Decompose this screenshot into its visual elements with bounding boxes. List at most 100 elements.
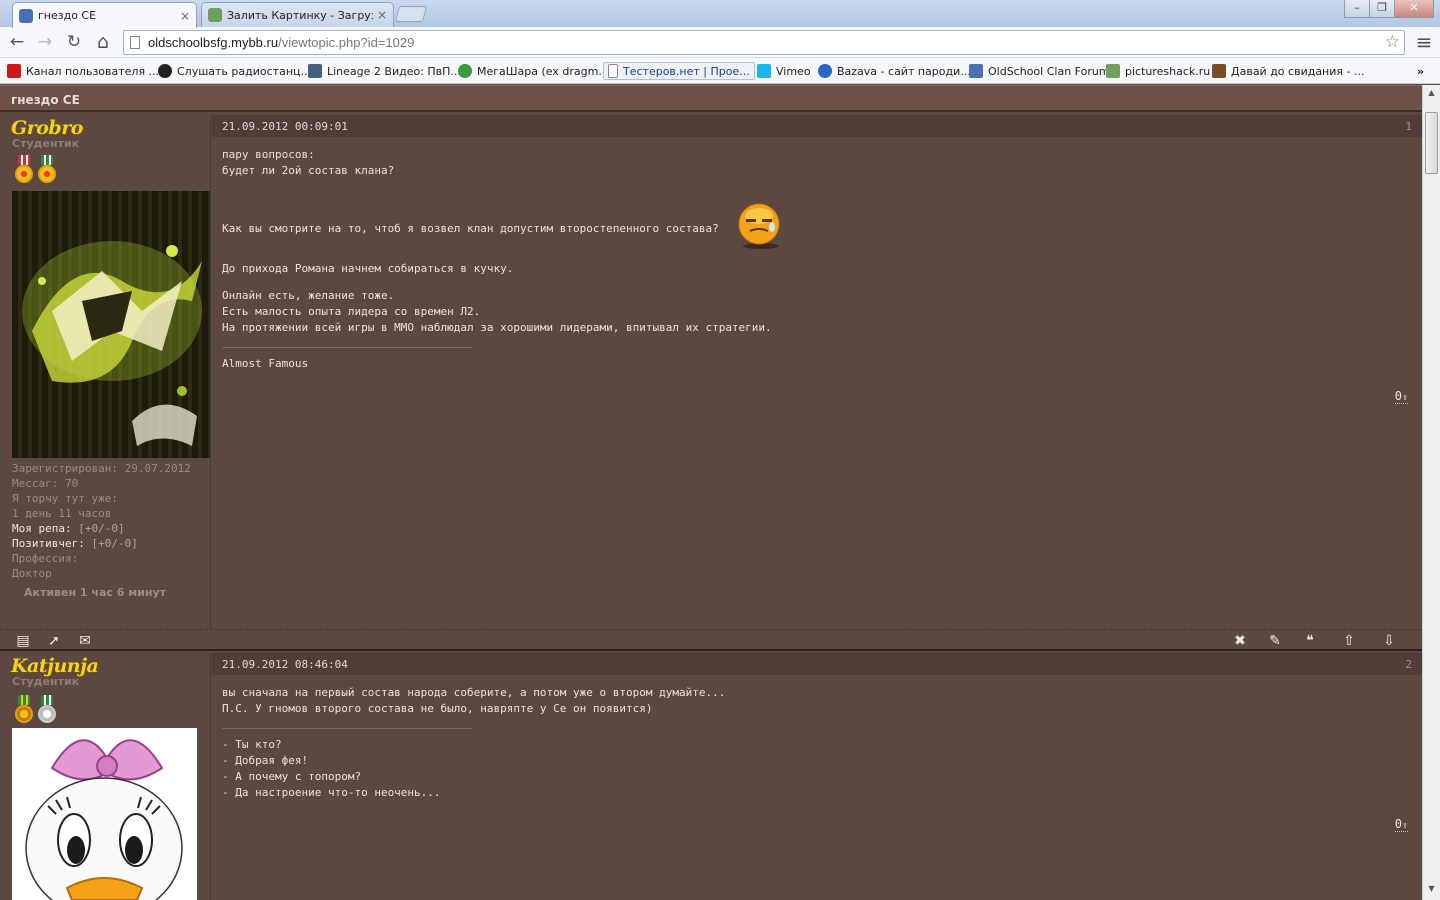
user-rank: Студентик: [12, 137, 80, 150]
pictureshack-icon: [1106, 64, 1120, 78]
bookmark-label: pictureshack.ru: [1125, 64, 1211, 78]
post-number[interactable]: 2: [1405, 658, 1412, 671]
post-paragraph: вы сначала на первый состав народа собер…: [222, 685, 1402, 717]
username[interactable]: Grobro: [11, 117, 83, 139]
profession-value: Доктор: [12, 567, 52, 580]
scroll-thumb[interactable]: [1425, 112, 1438, 174]
forum-icon: [969, 64, 983, 78]
up-icon[interactable]: ⇧: [1340, 633, 1358, 649]
post-rating[interactable]: 0⇪: [1394, 389, 1408, 404]
scroll-down-icon[interactable]: ▼: [1423, 881, 1440, 897]
post-paragraph: Онлайн есть, желание тоже. Есть малость …: [222, 288, 1402, 336]
tab-upload[interactable]: Залить Картинку - Загрузить ×: [201, 2, 394, 27]
address-bar[interactable]: oldschoolbsfg.mybb.ru/viewtopic.php?id=1…: [123, 30, 1405, 55]
down-icon[interactable]: ⇩: [1380, 633, 1398, 649]
graffiti-avatar-image: [22, 241, 202, 446]
forward-button[interactable]: →: [33, 30, 57, 54]
user-avatar[interactable]: [12, 728, 197, 900]
profile-icon[interactable]: ▤: [14, 633, 32, 649]
rating-value: 0: [1394, 389, 1402, 403]
url-text: oldschoolbsfg.mybb.ru/viewtopic.php?id=1…: [148, 35, 414, 50]
bookmark-label: Давай до свидания - ...: [1231, 64, 1365, 78]
post-line: пару вопросов:: [222, 148, 315, 161]
smiley-icon: [738, 203, 780, 249]
home-button[interactable]: ⌂: [91, 30, 115, 54]
forum-title: гнездо CE: [11, 93, 80, 107]
bookmark-label: Vimeo: [776, 64, 811, 78]
signature: Almost Famous: [222, 356, 1402, 372]
profession-label: Профессия:: [12, 552, 79, 565]
registered-date: Зарегистрирован: 29.07.2012: [12, 462, 191, 475]
user-avatar[interactable]: [12, 191, 210, 458]
edit-icon[interactable]: ✎: [1266, 633, 1284, 649]
active-time: Активен 1 час 6 минут: [24, 586, 167, 599]
bookmark-item[interactable]: Давай до свидания - ...: [1212, 62, 1364, 80]
rating-up-icon[interactable]: ⇪: [1402, 820, 1408, 831]
megashara-icon: [458, 64, 472, 78]
signature-divider: [222, 347, 472, 348]
page-scrollbar[interactable]: ▲ ▼: [1422, 85, 1440, 900]
rating-value: 0: [1394, 817, 1402, 831]
forum-header: гнездо CE: [0, 85, 1422, 112]
bookmark-item[interactable]: МегаШара (ex dragm...: [458, 62, 609, 80]
close-window-button[interactable]: ✕: [1394, 0, 1434, 18]
bookmark-label: Lineage 2 Видео: ПвП...: [327, 64, 461, 78]
username[interactable]: Katjunja: [11, 655, 99, 677]
post-date[interactable]: 21.09.2012 00:09:01: [222, 120, 348, 133]
bookmark-label: Тестеров.нет | Прое...: [623, 64, 750, 78]
reputation-value[interactable]: [+0/-0]: [78, 522, 124, 535]
pointer-icon[interactable]: ➚: [45, 633, 63, 649]
bookmark-item[interactable]: OldSchool Clan Forum: [969, 62, 1110, 80]
post-body: вы сначала на первый состав народа собер…: [222, 685, 1402, 801]
ta-icon: [1212, 64, 1226, 78]
tab-close-icon[interactable]: ×: [180, 9, 190, 23]
tab-close-icon[interactable]: ×: [377, 8, 387, 22]
medals: [14, 155, 57, 185]
post-body: пару вопросов: будет ли 2ой состав клана…: [222, 147, 1402, 372]
post-header: 21.09.2012 00:09:01 1: [212, 115, 1422, 137]
rating-up-icon[interactable]: ⇪: [1402, 392, 1408, 403]
new-tab-button[interactable]: [394, 6, 428, 22]
bookmark-star-icon[interactable]: ☆: [1385, 32, 1400, 52]
paw-icon: [158, 64, 172, 78]
bookmark-item[interactable]: pictureshack.ru: [1106, 62, 1210, 80]
scroll-up-icon[interactable]: ▲: [1423, 85, 1440, 101]
bookmark-item[interactable]: Канал пользователя ...: [7, 62, 159, 80]
bookmark-item[interactable]: Lineage 2 Видео: ПвП...: [308, 62, 461, 80]
positive-label: Позитивчег:: [12, 537, 85, 550]
post-date[interactable]: 21.09.2012 08:46:04: [222, 658, 348, 671]
post-line: Как вы смотрите на то, чтоб я возвел кла…: [222, 222, 719, 235]
signature-line: Almost Famous: [222, 357, 309, 370]
signature-line: - Добрая фея!: [222, 754, 309, 767]
bookmark-item[interactable]: Bazava - сайт пароди...: [818, 62, 971, 80]
post-line: будет ли 2ой состав клана?: [222, 164, 395, 177]
time-label: Я торчу тут уже:: [12, 492, 118, 505]
restore-button[interactable]: ❐: [1369, 0, 1395, 18]
bookmark-label: Слушать радиостанц...: [177, 64, 311, 78]
bookmark-item[interactable]: Тестеров.нет | Прое...: [603, 62, 755, 80]
minimize-button[interactable]: –: [1344, 0, 1370, 18]
reload-button[interactable]: ↻: [62, 30, 86, 54]
bookmark-item[interactable]: Слушать радиостанц...: [158, 62, 311, 80]
url-host: oldschoolbsfg.mybb.ru: [148, 35, 279, 50]
post-author-panel: Grobro Студентик Зарегистрирован: 29.07.…: [0, 115, 211, 629]
back-button[interactable]: ←: [5, 30, 29, 54]
email-icon[interactable]: ✉: [76, 633, 94, 649]
bookmark-label: МегаШара (ex dragm...: [477, 64, 609, 78]
pictureshack-favicon-icon: [208, 8, 222, 22]
tab-forum[interactable]: гнездо CE ×: [12, 2, 197, 28]
bookmark-item[interactable]: Vimeo: [757, 62, 811, 80]
post-number[interactable]: 1: [1405, 120, 1412, 133]
quote-icon[interactable]: ❝: [1301, 633, 1319, 649]
signature-line: - Ты кто?: [222, 738, 282, 751]
signature-line: - Да настроение что-то неочень...: [222, 786, 441, 799]
delete-icon[interactable]: ✖: [1231, 633, 1249, 649]
positive-value[interactable]: [+0/-0]: [91, 537, 137, 550]
medal-icon: [14, 155, 34, 185]
menu-icon[interactable]: ≡: [1412, 30, 1436, 54]
bookmarks-overflow-icon[interactable]: »: [1417, 62, 1424, 80]
forum-favicon-icon: [19, 8, 33, 23]
post-rating[interactable]: 0⇪: [1394, 817, 1408, 832]
browser-toolbar: ← → ↻ ⌂ oldschoolbsfg.mybb.ru/viewtopic.…: [0, 27, 1440, 58]
post-line: До прихода Романа начнем собираться в ку…: [222, 262, 514, 275]
